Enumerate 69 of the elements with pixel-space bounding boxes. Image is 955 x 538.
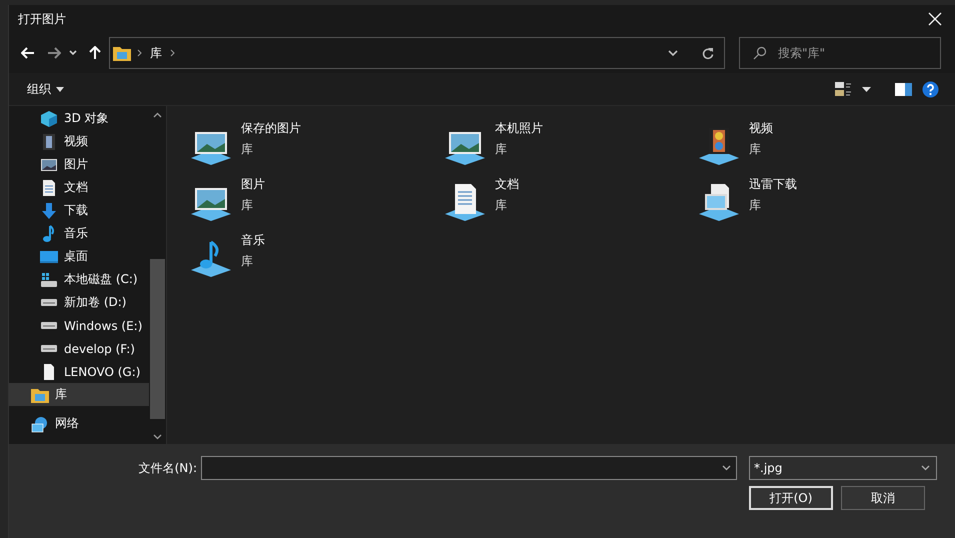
nav-item[interactable]: LENOVO (G:) xyxy=(37,360,149,383)
file-type-dropdown[interactable]: *.jpg xyxy=(749,456,937,480)
library-name[interactable]: 音乐 xyxy=(241,232,265,249)
search-icon xyxy=(753,46,767,60)
library-folder-icon xyxy=(113,45,131,61)
document-icon xyxy=(443,182,487,222)
open-button[interactable]: 打开(O) xyxy=(749,486,833,510)
nav-item[interactable]: 3D 对象 xyxy=(37,107,149,130)
library-type: 库 xyxy=(241,253,254,270)
drive-icon xyxy=(40,270,58,288)
library-name[interactable]: 迅雷下载 xyxy=(749,176,797,193)
nav-item[interactable]: 视频 xyxy=(37,130,149,153)
close-icon xyxy=(928,12,942,26)
library-type: 库 xyxy=(749,141,762,158)
view-options-icon[interactable] xyxy=(834,81,852,97)
nav-item[interactable]: 库 xyxy=(9,383,149,406)
window-title: 打开图片 xyxy=(18,10,67,28)
filename-label: 文件名(N): xyxy=(138,460,198,477)
caret-icon[interactable] xyxy=(862,86,871,92)
down-arrow-icon xyxy=(40,202,58,220)
cube-icon xyxy=(40,110,58,128)
nav-item[interactable]: 网络 xyxy=(9,412,149,435)
forward-arrow-icon[interactable] xyxy=(47,47,61,59)
library-name[interactable]: 保存的图片 xyxy=(241,120,301,137)
library-name[interactable]: 视频 xyxy=(749,120,773,137)
refresh-icon[interactable] xyxy=(702,46,714,60)
search-field[interactable]: 搜索"库" xyxy=(739,37,941,69)
up-arrow-icon[interactable] xyxy=(89,46,101,60)
nav-item[interactable]: 图片 xyxy=(37,153,149,176)
preview-pane-icon[interactable] xyxy=(895,82,912,96)
library-name[interactable]: 本机照片 xyxy=(495,120,543,137)
library-type: 库 xyxy=(495,141,508,158)
nav-item[interactable]: develop (F:) xyxy=(37,337,149,360)
nav-item[interactable]: 音乐 xyxy=(37,222,149,245)
caret-icon xyxy=(56,86,64,92)
organize-button[interactable]: 组织 xyxy=(23,78,68,100)
drive-icon xyxy=(40,321,58,330)
network-globe-icon xyxy=(31,414,49,432)
breadcrumb[interactable]: 库 xyxy=(150,44,162,62)
music-note-icon xyxy=(189,238,233,278)
filename-field[interactable] xyxy=(201,456,737,480)
chevron-down-icon[interactable] xyxy=(722,465,731,471)
document-icon xyxy=(40,178,58,196)
library-type: 库 xyxy=(749,197,762,214)
nav-item[interactable]: 桌面 xyxy=(37,245,149,268)
library-name[interactable]: 文档 xyxy=(495,176,519,193)
chevron-right-icon[interactable] xyxy=(170,49,175,57)
nav-item[interactable]: 下载 xyxy=(37,199,149,222)
chevron-down-icon[interactable] xyxy=(668,50,678,56)
back-arrow-icon[interactable] xyxy=(21,47,35,59)
cancel-button[interactable]: 取消 xyxy=(841,486,925,510)
drive-icon xyxy=(40,344,58,353)
scroll-up-icon[interactable] xyxy=(153,112,162,118)
drive-icon xyxy=(40,298,58,307)
library-type: 库 xyxy=(241,141,254,158)
scroll-down-icon[interactable] xyxy=(153,434,162,440)
chevron-down-icon[interactable] xyxy=(69,50,77,56)
nav-item[interactable]: Windows (E:) xyxy=(37,314,149,337)
nav-item[interactable]: 本地磁盘 (C:) xyxy=(37,268,149,291)
nav-item[interactable]: 文档 xyxy=(37,176,149,199)
chevron-down-icon xyxy=(921,465,930,471)
scrollbar-thumb[interactable] xyxy=(150,259,165,419)
address-bar[interactable]: 库 xyxy=(109,37,725,69)
nav-item[interactable]: 新加卷 (D:) xyxy=(37,291,149,314)
help-icon[interactable] xyxy=(922,80,939,98)
chevron-right-icon xyxy=(137,49,142,57)
library-type: 库 xyxy=(241,197,254,214)
library-type: 库 xyxy=(495,197,508,214)
library-name[interactable]: 图片 xyxy=(241,176,265,193)
